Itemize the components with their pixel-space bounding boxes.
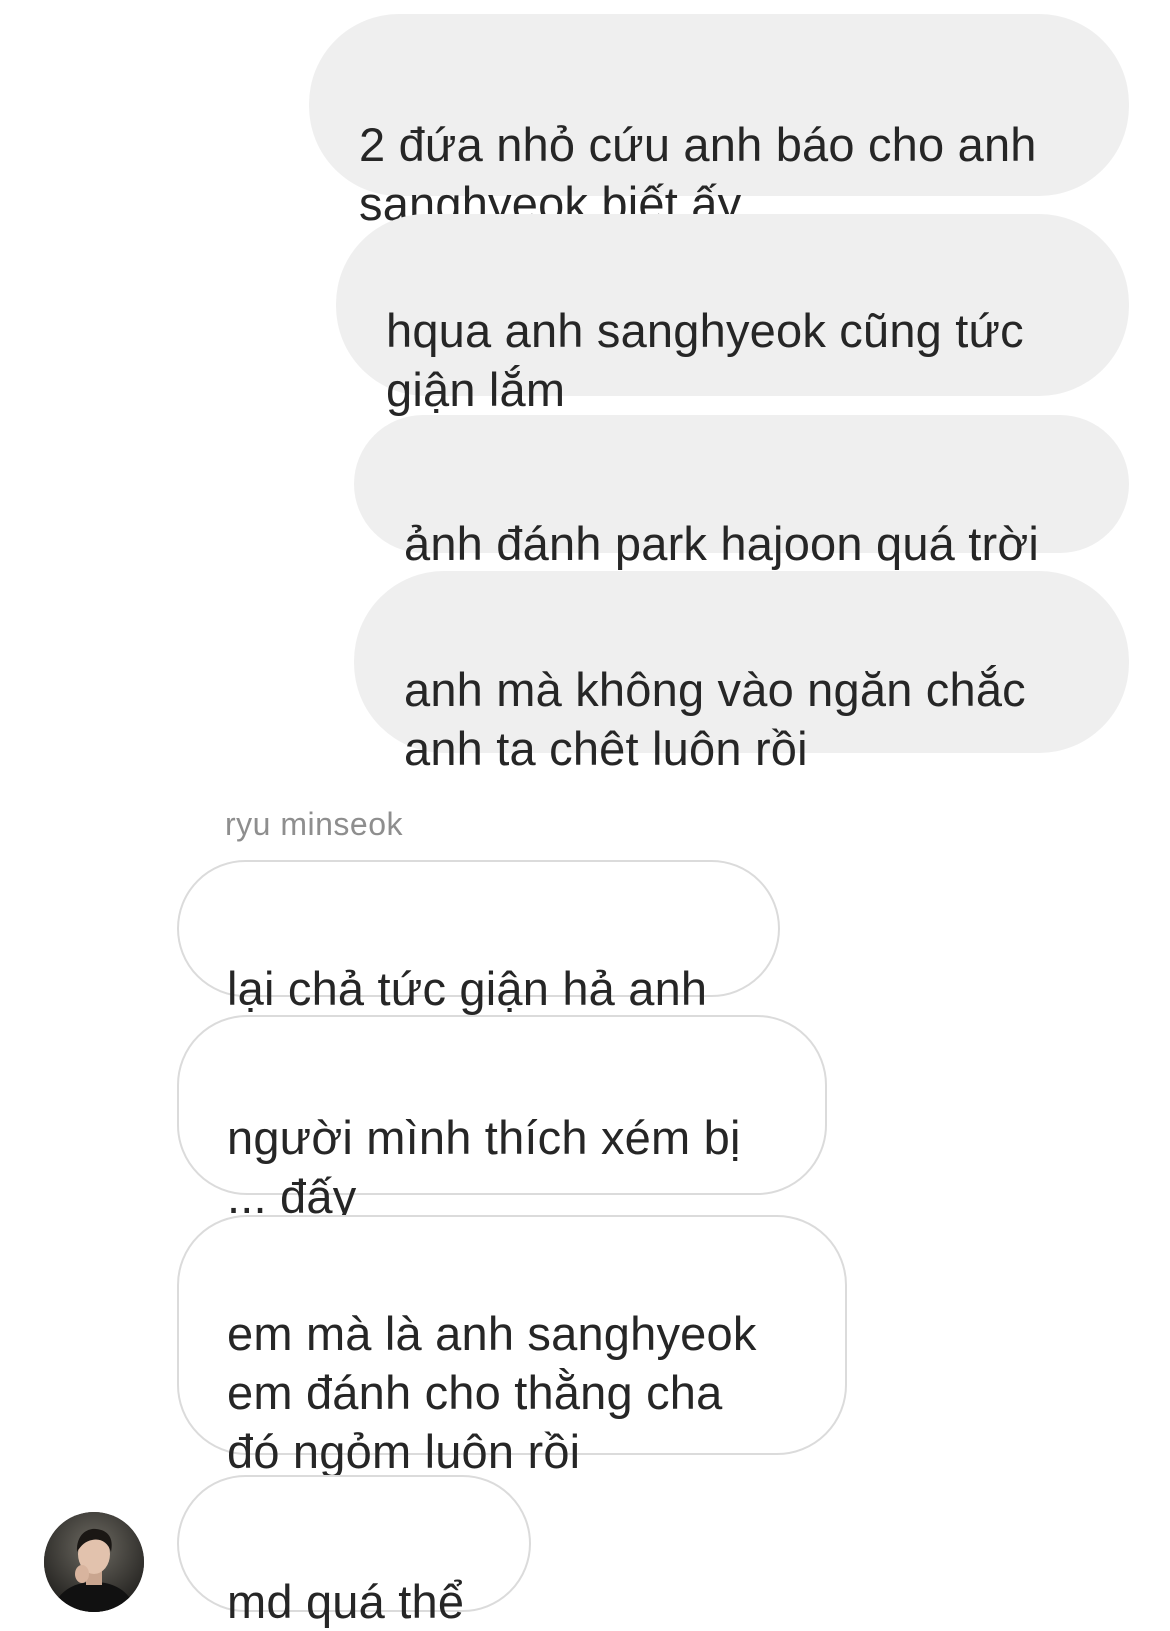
message-text: người mình thích xém bị ... đấy [227,1111,741,1223]
sender-name: ryu minseok [225,806,403,842]
outgoing-message-1[interactable]: 2 đứa nhỏ cứu anh báo cho anh sanghyeok … [309,14,1129,230]
message-text: ảnh đánh park hajoon quá trời [404,517,1040,570]
message-text: hqua anh sanghyeok cũng tức giận lắm [386,304,1024,416]
incoming-message-1[interactable]: lại chả tức giận hả anh [177,860,780,1015]
message-text: anh mà không vào ngăn chắc anh ta chêt l… [404,663,1026,775]
outgoing-message-3[interactable]: ảnh đánh park hajoon quá trời [354,415,1129,570]
user-avatar-photo-icon [44,1512,144,1612]
incoming-message-3[interactable]: em mà là anh sanghyeok em đánh cho thằng… [177,1215,847,1478]
message-text: em mà là anh sanghyeok em đánh cho thằng… [227,1307,757,1478]
outgoing-message-4[interactable]: anh mà không vào ngăn chắc anh ta chêt l… [354,571,1129,775]
outgoing-message-2[interactable]: hqua anh sanghyeok cũng tức giận lắm [336,214,1129,416]
message-text: md quá thể [227,1575,465,1628]
message-text: lại chả tức giận hả anh [227,962,708,1015]
sender-avatar[interactable] [44,1512,144,1612]
incoming-message-4[interactable]: md quá thể [177,1475,531,1628]
incoming-message-2[interactable]: người mình thích xém bị ... đấy [177,1015,827,1223]
